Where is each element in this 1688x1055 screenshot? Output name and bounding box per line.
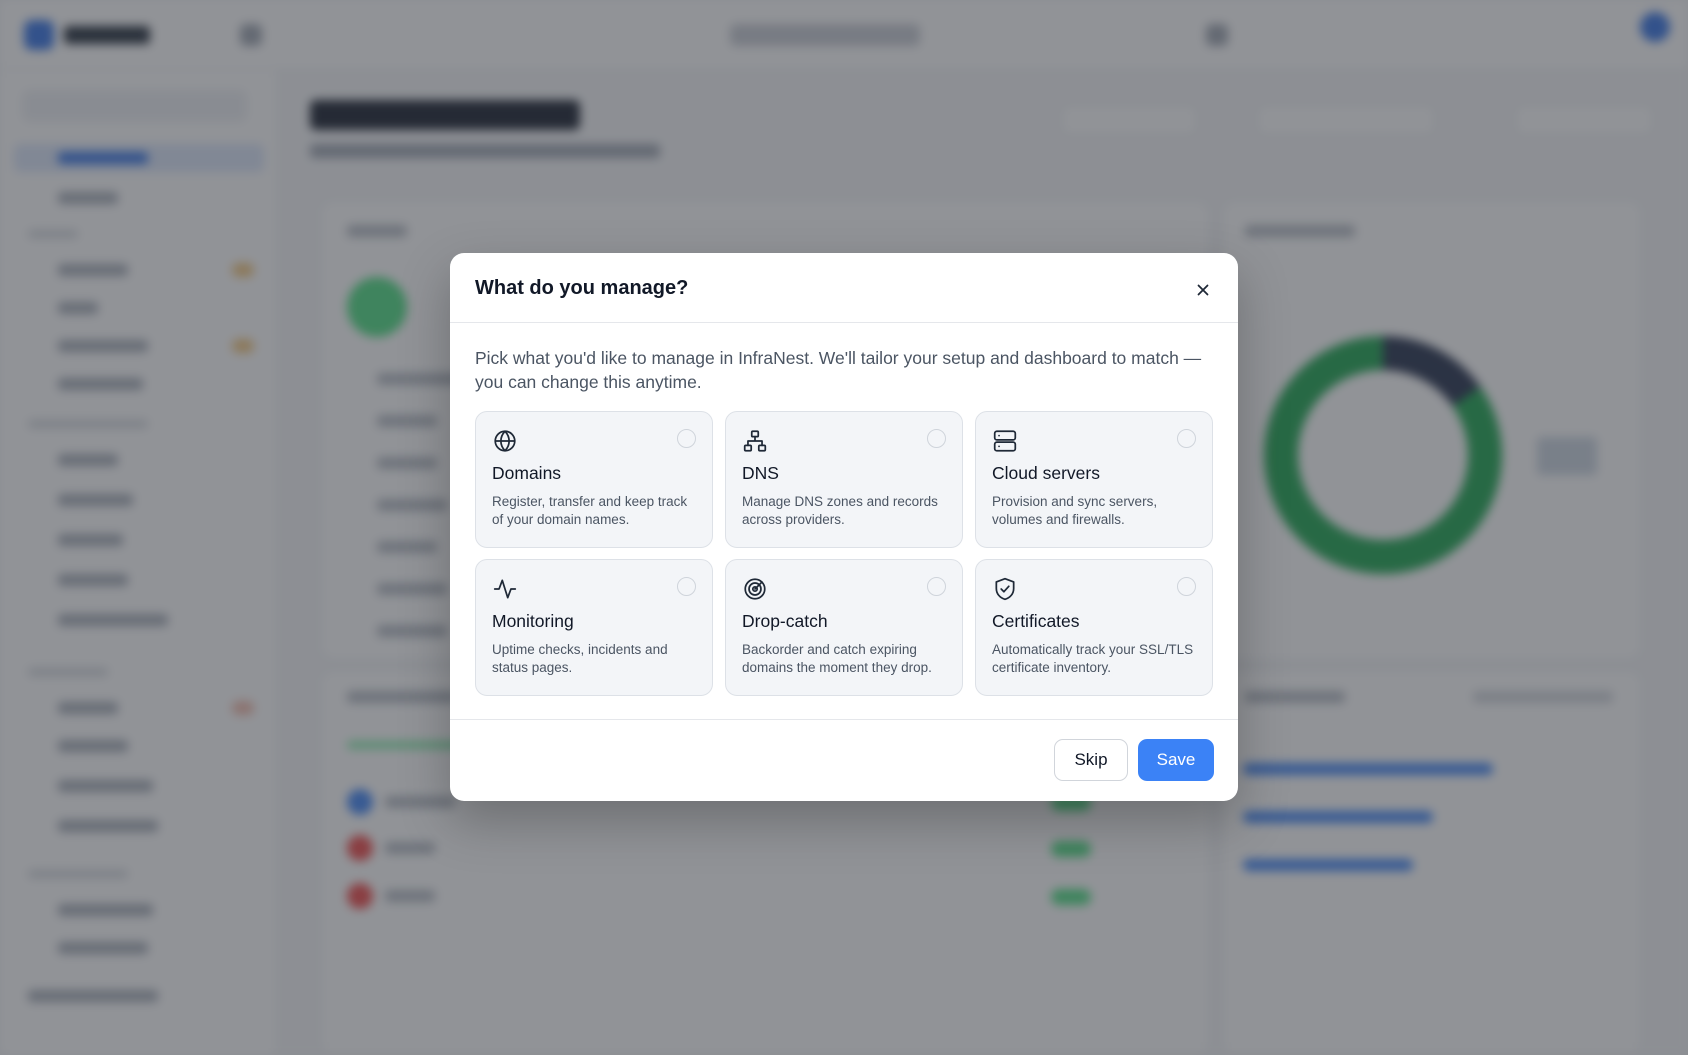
option-title: Certificates — [992, 611, 1080, 631]
option-domains[interactable]: Domains Register, transfer and keep trac… — [475, 411, 713, 548]
globe-icon — [494, 430, 516, 452]
option-radio[interactable] — [1177, 429, 1196, 448]
option-title: Cloud servers — [992, 463, 1100, 483]
network-icon — [743, 430, 767, 452]
option-dns[interactable]: DNS Manage DNS zones and records across … — [725, 411, 963, 548]
option-description: Provision and sync servers, volumes and … — [992, 494, 1158, 527]
shield-check-icon — [995, 577, 1015, 601]
option-description: Manage DNS zones and records across prov… — [742, 494, 938, 527]
option-grid: Domains Register, transfer and keep trac… — [475, 411, 1213, 696]
option-radio[interactable] — [677, 577, 696, 596]
option-description: Uptime checks, incidents and status page… — [492, 642, 668, 675]
option-radio[interactable] — [927, 577, 946, 596]
onboarding-dialog: What do you manage? Pick what you'd like… — [450, 253, 1238, 801]
option-radio[interactable] — [677, 429, 696, 448]
server-icon — [993, 430, 1017, 452]
option-cloud-servers[interactable]: Cloud servers Provision and sync servers… — [975, 411, 1213, 548]
option-title: DNS — [742, 463, 779, 483]
activity-icon — [493, 579, 517, 599]
dialog-title: What do you manage? — [475, 277, 689, 299]
dialog-description: Pick what you'd like to manage in InfraN… — [475, 348, 1202, 392]
option-title: Monitoring — [492, 611, 574, 631]
option-drop-catch[interactable]: Drop-catch Backorder and catch expiring … — [725, 559, 963, 696]
dialog-footer: Skip Save — [450, 719, 1238, 801]
option-title: Drop-catch — [742, 611, 828, 631]
option-radio[interactable] — [927, 429, 946, 448]
option-certificates[interactable]: Certificates Automatically track your SS… — [975, 559, 1213, 696]
skip-button[interactable]: Skip — [1054, 739, 1128, 781]
dialog-body: Pick what you'd like to manage in InfraN… — [450, 323, 1238, 696]
close-icon — [1197, 284, 1209, 296]
option-title: Domains — [492, 463, 562, 483]
save-button[interactable]: Save — [1138, 739, 1214, 781]
option-description: Backorder and catch expiring domains the… — [742, 642, 932, 675]
dialog-header: What do you manage? — [450, 253, 1238, 323]
close-button[interactable] — [1188, 275, 1218, 305]
radar-icon — [744, 578, 766, 600]
option-description: Automatically track your SSL/TLS certifi… — [992, 642, 1194, 675]
option-description: Register, transfer and keep track of you… — [492, 494, 688, 527]
option-monitoring[interactable]: Monitoring Uptime checks, incidents and … — [475, 559, 713, 696]
option-radio[interactable] — [1177, 577, 1196, 596]
